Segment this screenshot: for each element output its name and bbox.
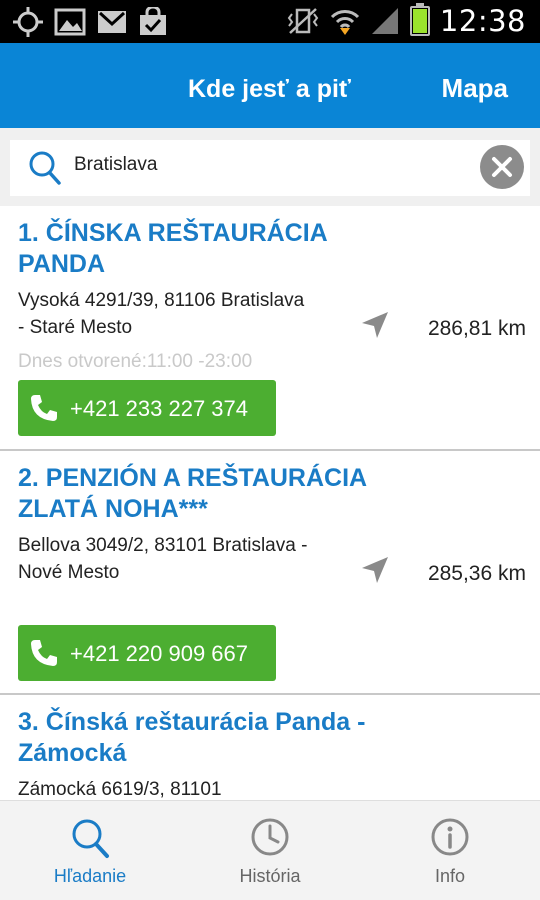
navigation-arrow-icon[interactable] xyxy=(360,555,390,585)
restaurant-title-line: PANDA xyxy=(18,250,106,278)
app-bar: Kde jesť a piť Mapa xyxy=(0,43,540,128)
search-input[interactable] xyxy=(74,154,454,176)
clock-icon xyxy=(251,818,289,856)
page-title: Kde jesť a piť xyxy=(188,75,351,103)
restaurant-address: Bellova 3049/2, 83101 Bratislava - Nové … xyxy=(18,532,363,586)
restaurant-title-line: 2. PENZIÓN A REŠTAURÁCIA xyxy=(18,464,368,492)
address-line: Bellova 3049/2, 83101 Bratislava - xyxy=(18,535,308,556)
search-icon xyxy=(72,819,109,858)
address-line: Nové Mesto xyxy=(18,562,120,583)
phone-number: +421 220 909 667 xyxy=(70,641,249,666)
restaurant-title-line: Zámocká xyxy=(18,739,127,767)
restaurant-title-line: 1. ČÍNSKA REŠTAURÁCIA xyxy=(18,219,328,247)
battery-icon xyxy=(409,3,430,36)
distance-label: 285,36 km xyxy=(427,562,526,585)
vibrate-icon xyxy=(287,8,319,34)
restaurant-title-line: ZLATÁ NOHA*** xyxy=(18,495,208,523)
tab-search[interactable]: Hľadanie xyxy=(0,801,180,900)
list-item[interactable]: 3. Čínská reštaurácia Panda - Zámocká Zá… xyxy=(0,695,540,800)
tab-label: Info xyxy=(434,866,466,886)
call-button[interactable]: +421 233 227 374 xyxy=(18,380,276,436)
restaurant-address: Zámocká 6619/3, 81101 xyxy=(18,776,363,800)
tab-history[interactable]: História xyxy=(180,801,360,900)
gmail-icon xyxy=(98,11,126,33)
tab-info[interactable]: Info xyxy=(360,801,540,900)
phone-number: +421 233 227 374 xyxy=(70,396,249,421)
search-box xyxy=(10,140,530,196)
clear-search-icon[interactable] xyxy=(480,145,524,189)
gps-icon xyxy=(13,7,43,37)
distance-label: 286,81 km xyxy=(427,317,526,340)
address-line: - Staré Mesto xyxy=(18,317,133,338)
address-line: Zámocká 6619/3, 81101 xyxy=(18,779,222,800)
restaurant-title[interactable]: 2. PENZIÓN A REŠTAURÁCIA ZLATÁ NOHA*** xyxy=(18,463,378,525)
call-button[interactable]: +421 220 909 667 xyxy=(18,625,276,681)
search-icon xyxy=(29,151,61,185)
shopping-bag-icon xyxy=(140,7,166,35)
list-item[interactable]: 2. PENZIÓN A REŠTAURÁCIA ZLATÁ NOHA*** B… xyxy=(0,451,540,695)
restaurant-title[interactable]: 3. Čínská reštaurácia Panda - Zámocká xyxy=(18,707,418,769)
wifi-icon xyxy=(330,10,360,35)
image-icon xyxy=(54,8,86,36)
list-item[interactable]: 1. ČÍNSKA REŠTAURÁCIA PANDA Vysoká 4291/… xyxy=(0,206,540,450)
tab-label: Hľadanie xyxy=(53,866,127,886)
restaurant-title-line: 3. Čínská reštaurácia Panda - xyxy=(18,708,366,736)
status-time: 12:38 xyxy=(439,4,526,38)
map-button[interactable]: Mapa xyxy=(442,73,508,104)
status-bar: 12:38 xyxy=(0,0,540,43)
navigation-arrow-icon[interactable] xyxy=(360,310,390,340)
phone-icon xyxy=(31,395,57,421)
search-area xyxy=(0,128,540,206)
signal-icon xyxy=(371,8,398,34)
results-list[interactable]: 1. ČÍNSKA REŠTAURÁCIA PANDA Vysoká 4291/… xyxy=(0,206,540,800)
address-line: Vysoká 4291/39, 81106 Bratislava xyxy=(18,290,305,311)
restaurant-title[interactable]: 1. ČÍNSKA REŠTAURÁCIA PANDA xyxy=(18,218,378,280)
bottom-navigation: Hľadanie História Info xyxy=(0,800,540,900)
tab-label: História xyxy=(239,866,301,886)
phone-icon xyxy=(31,640,57,666)
info-icon xyxy=(431,818,469,856)
opening-hours: Dnes otvorené:11:00 -23:00 xyxy=(18,351,253,372)
restaurant-address: Vysoká 4291/39, 81106 Bratislava - Staré… xyxy=(18,287,363,341)
